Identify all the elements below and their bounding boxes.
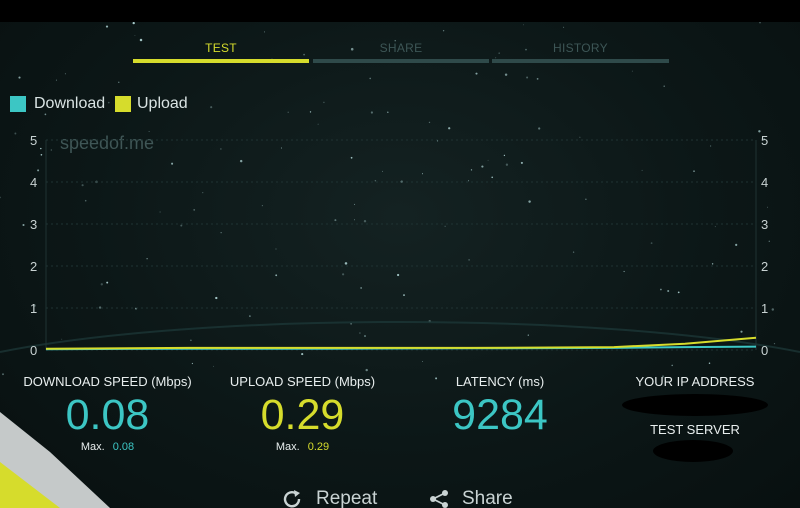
y-tick-label-left: 3 (30, 217, 37, 232)
download-max-value: 0.08 (112, 441, 135, 453)
legend-download-label: Download (34, 95, 106, 112)
latency-stat: LATENCY (ms) 9284 (425, 374, 575, 439)
action-bar: Repeat Share (0, 488, 800, 508)
tab-history-label: HISTORY (552, 41, 608, 55)
upload-max-label: Max. (275, 441, 300, 453)
speed-chart: 0 0 1 1 2 2 3 3 4 4 5 5 (30, 133, 768, 358)
speedtest-stage: TEST SHARE HISTORY Download Upload speed… (0, 22, 800, 508)
y-tick-label-left: 0 (30, 343, 37, 358)
test-server-stat: TEST SERVER (620, 422, 770, 437)
legend-upload-swatch (115, 96, 131, 112)
upload-max: Max. 0.29 (215, 441, 390, 453)
repeat-label: Repeat (316, 488, 378, 508)
ip-address-label: YOUR IP ADDRESS (635, 374, 755, 389)
y-tick-label-right: 2 (761, 259, 768, 274)
upload-max-value: 0.29 (307, 441, 330, 453)
legend-download-swatch (10, 96, 26, 112)
download-max: Max. 0.08 (20, 441, 195, 453)
tab-test[interactable]: TEST (133, 41, 309, 67)
y-tick-label-left: 2 (30, 259, 37, 274)
upload-speed-value: 0.29 (260, 391, 345, 439)
upload-speed-label: UPLOAD SPEED (Mbps) (229, 374, 376, 389)
y-tick-label-left: 5 (30, 133, 37, 148)
share-icon (430, 489, 448, 508)
upload-speed-stat: UPLOAD SPEED (Mbps) 0.29 Max. 0.29 (215, 374, 390, 453)
tab-share-indicator (313, 59, 489, 63)
test-server-label: TEST SERVER (650, 422, 740, 437)
y-tick-label-left: 1 (30, 301, 37, 316)
download-speed-value: 0.08 (65, 391, 150, 439)
legend-upload-label: Upload (137, 95, 188, 112)
share-button[interactable]: Share (428, 488, 513, 508)
tab-test-indicator (133, 59, 309, 63)
download-speed-stat: DOWNLOAD SPEED (Mbps) 0.08 Max. 0.08 (20, 374, 195, 453)
tab-share-label: SHARE (379, 41, 423, 55)
download-max-label: Max. (80, 441, 105, 453)
results-panel: DOWNLOAD SPEED (Mbps) 0.08 Max. 0.08 UPLO… (0, 374, 800, 484)
ip-address-stat: YOUR IP ADDRESS (620, 374, 770, 389)
download-speed-label: DOWNLOAD SPEED (Mbps) (23, 374, 192, 389)
tab-test-label: TEST (205, 41, 237, 55)
top-status-bar (0, 0, 800, 22)
y-tick-label-right: 0 (761, 343, 768, 358)
latency-value: 9284 (452, 391, 548, 439)
tab-share[interactable]: SHARE (313, 41, 489, 67)
y-tick-label-right: 1 (761, 301, 768, 316)
redacted-ip (622, 394, 768, 416)
share-label: Share (462, 488, 513, 508)
y-tick-label-right: 4 (761, 175, 768, 190)
refresh-icon (283, 489, 301, 508)
repeat-button[interactable]: Repeat (282, 488, 377, 508)
tab-history[interactable]: HISTORY (492, 41, 669, 67)
tab-history-indicator (492, 59, 669, 63)
y-tick-label-left: 4 (30, 175, 37, 190)
latency-label: LATENCY (ms) (455, 374, 545, 389)
y-tick-label-right: 3 (761, 217, 768, 232)
y-tick-label-right: 5 (761, 133, 768, 148)
redacted-server (653, 440, 733, 462)
tab-bar: TEST SHARE HISTORY (133, 41, 669, 67)
